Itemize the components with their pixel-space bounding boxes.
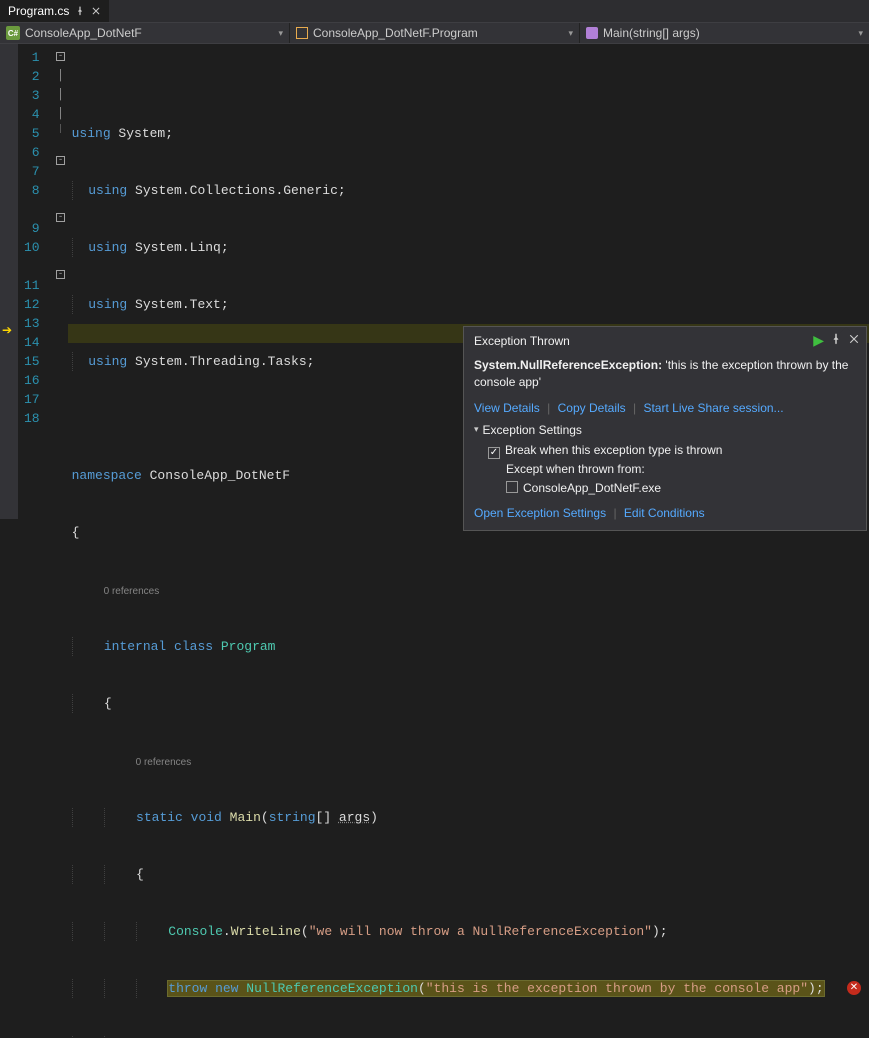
codelens-references[interactable]: 0 references	[104, 582, 160, 601]
codelens-references[interactable]: 0 references	[136, 753, 192, 772]
popup-title: Exception Thrown	[474, 334, 807, 348]
file-tab[interactable]: Program.cs	[0, 0, 109, 22]
pin-icon[interactable]	[830, 333, 842, 348]
collapse-icon: ▾	[474, 424, 479, 435]
nav-class-label: ConsoleApp_DotNetF.Program	[313, 26, 478, 40]
close-icon[interactable]	[848, 333, 860, 348]
exception-popup: Exception Thrown ▶ System.NullReferenceE…	[463, 326, 867, 531]
navigation-bar: C# ConsoleApp_DotNetF ▾ ConsoleApp_DotNe…	[0, 22, 869, 44]
nav-class[interactable]: ConsoleApp_DotNetF.Program ▾	[290, 23, 580, 43]
copy-details-link[interactable]: Copy Details	[558, 401, 626, 415]
chevron-down-icon: ▾	[568, 28, 573, 39]
nav-method-label: Main(string[] args)	[603, 26, 700, 40]
open-exception-settings-link[interactable]: Open Exception Settings	[474, 506, 606, 520]
exception-marker-icon[interactable]: ✕	[847, 981, 861, 995]
popup-header: Exception Thrown ▶	[464, 327, 866, 353]
fold-gutter[interactable]: - │││ - - -	[54, 44, 68, 519]
nav-method[interactable]: Main(string[] args) ▾	[580, 23, 869, 43]
tab-bar: Program.cs	[0, 0, 869, 22]
exception-message: System.NullReferenceException: 'this is …	[474, 357, 856, 391]
fold-toggle[interactable]: -	[56, 213, 65, 222]
view-details-link[interactable]: View Details	[474, 401, 540, 415]
pin-icon[interactable]	[75, 6, 85, 16]
except-when-label: Except when thrown from:	[488, 460, 856, 479]
current-line-arrow-icon: ➔	[2, 323, 12, 338]
chevron-down-icon: ▾	[858, 28, 863, 39]
line-number-gutter: 123 456 78 910 111213 141516 1718	[18, 44, 54, 519]
continue-icon[interactable]: ▶	[813, 332, 824, 349]
checkbox-checked-icon: ✓	[488, 447, 500, 459]
breakpoint-gutter[interactable]: ➔	[0, 44, 18, 519]
break-when-thrown-checkbox[interactable]: ✓Break when this exception type is throw…	[488, 441, 856, 460]
except-item-checkbox[interactable]: ConsoleApp_DotNetF.exe	[488, 479, 856, 498]
nav-project-label: ConsoleApp_DotNetF	[25, 26, 142, 40]
method-icon	[586, 27, 598, 39]
edit-conditions-link[interactable]: Edit Conditions	[624, 506, 705, 520]
checkbox-unchecked-icon	[506, 481, 518, 493]
close-icon[interactable]	[91, 6, 101, 16]
fold-toggle[interactable]: -	[56, 156, 65, 165]
csharp-icon: C#	[6, 26, 20, 40]
tab-title: Program.cs	[8, 4, 69, 18]
fold-toggle[interactable]: -	[56, 52, 65, 61]
live-share-link[interactable]: Start Live Share session...	[643, 401, 783, 415]
fold-toggle[interactable]: -	[56, 270, 65, 279]
class-icon	[296, 27, 308, 39]
chevron-down-icon: ▾	[278, 28, 283, 39]
exception-settings-toggle[interactable]: ▾ Exception Settings	[474, 423, 856, 437]
nav-project[interactable]: C# ConsoleApp_DotNetF ▾	[0, 23, 290, 43]
